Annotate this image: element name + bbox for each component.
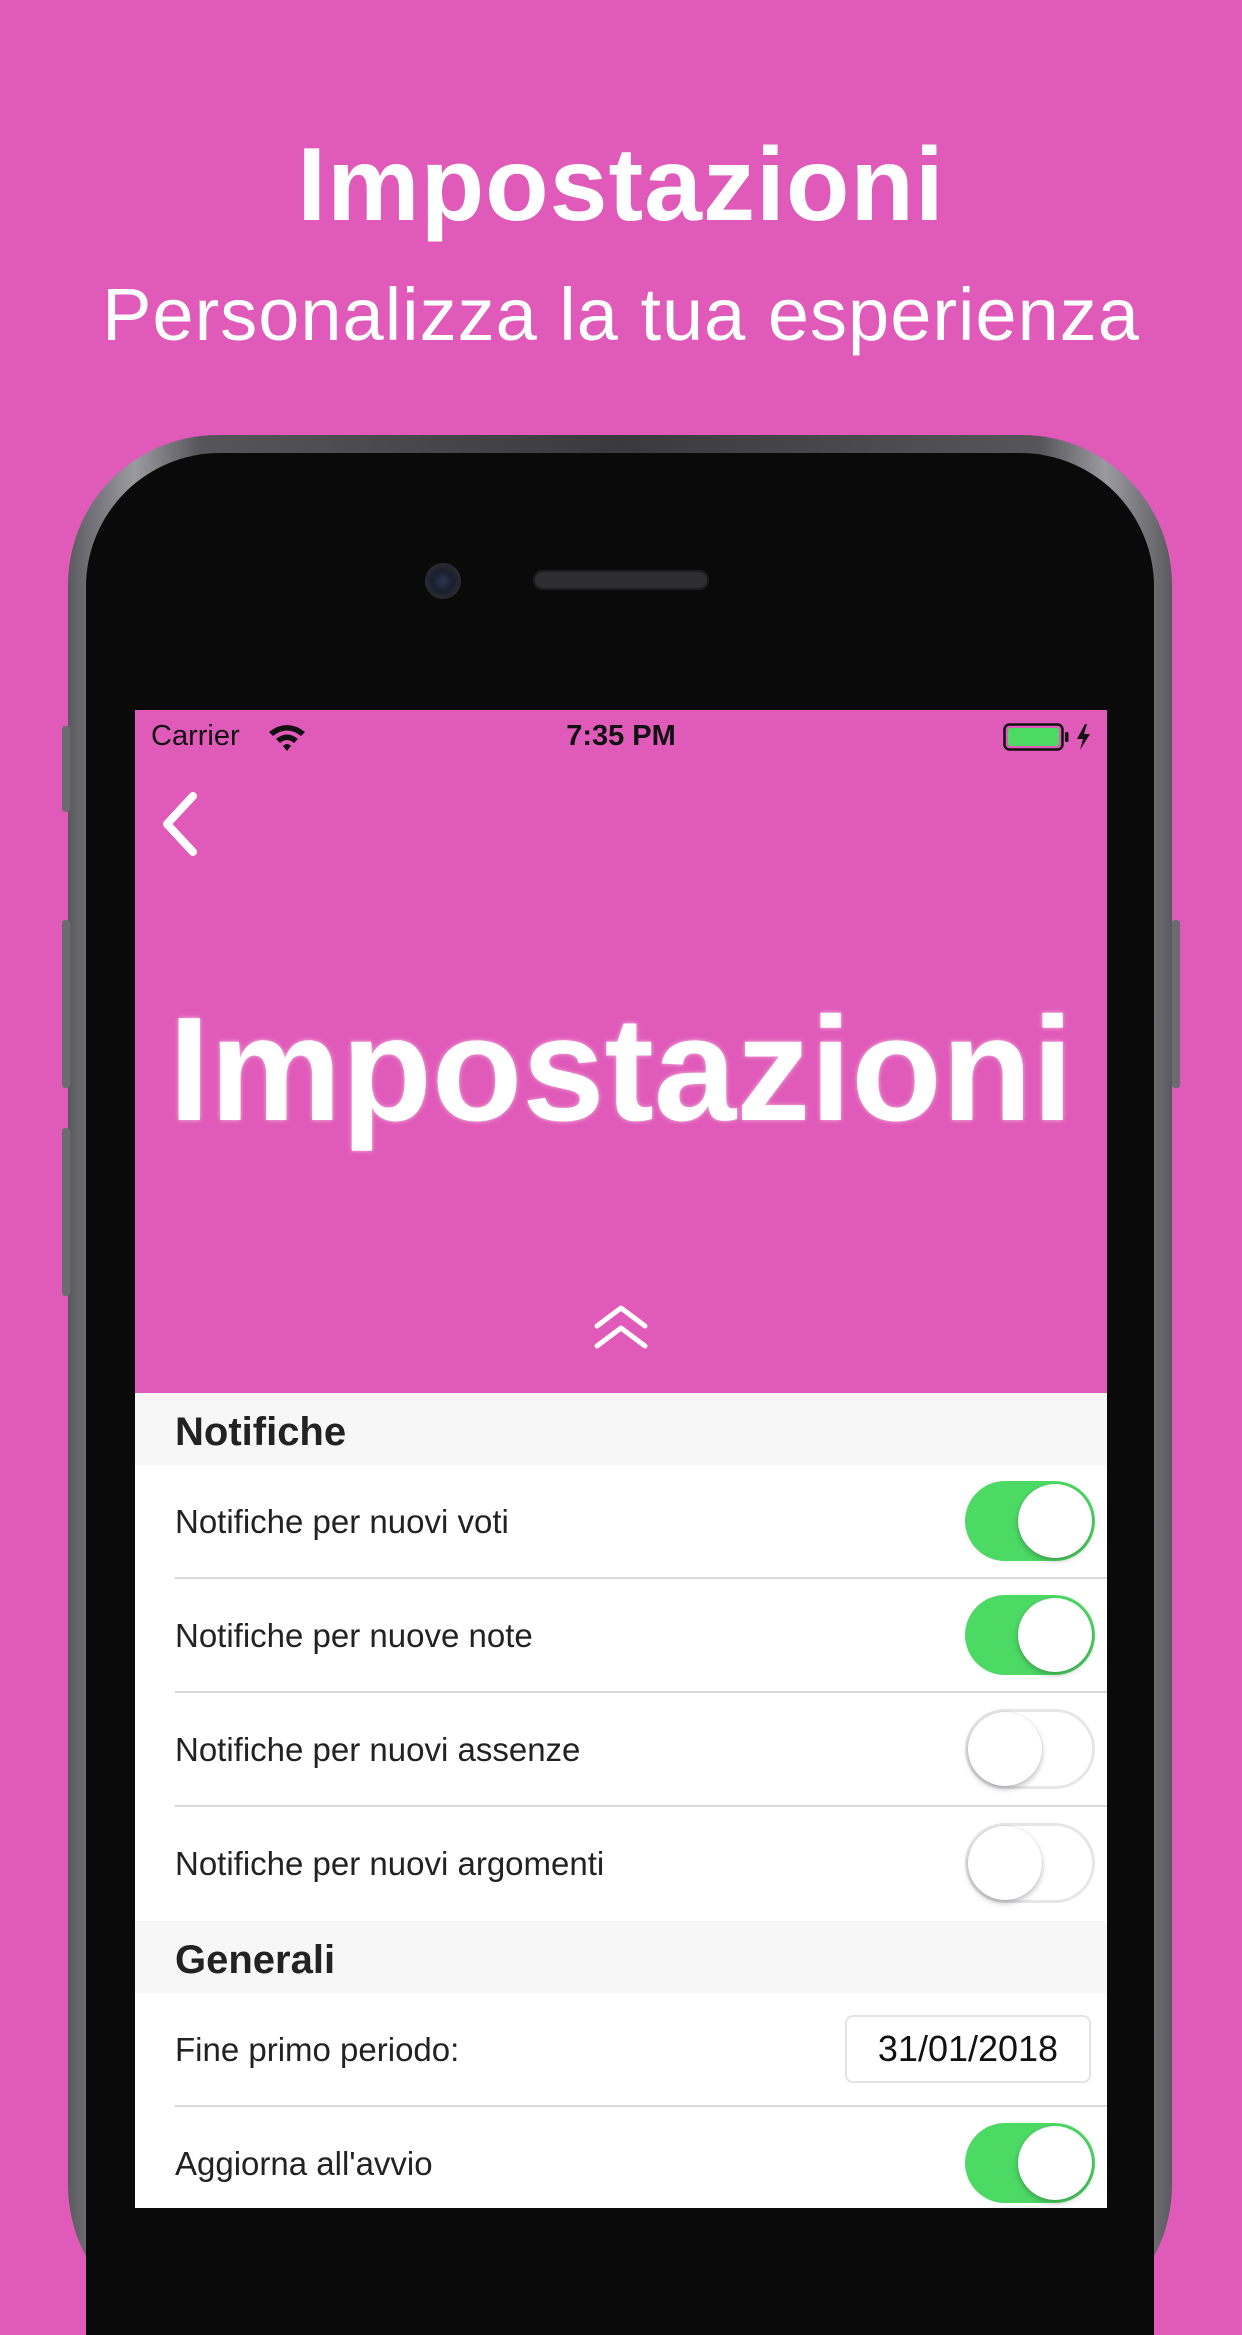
promo-subtitle: Personalizza la tua esperienza bbox=[102, 273, 1140, 356]
status-bar: Carrier 7:35 PM bbox=[135, 710, 1107, 762]
toggle-switch-note[interactable] bbox=[965, 1595, 1095, 1675]
end-period-date-field[interactable]: 31/01/2018 bbox=[845, 2015, 1091, 2083]
toggle-switch-aggiorna[interactable] bbox=[965, 2123, 1095, 2203]
setting-label: Notifiche per nuove note bbox=[175, 1617, 533, 1654]
earpiece-speaker bbox=[533, 570, 709, 590]
toggle-knob bbox=[1018, 1484, 1092, 1558]
setting-label: Fine primo periodo: bbox=[175, 2031, 460, 2068]
toggle-knob bbox=[968, 1826, 1042, 1900]
toggle-knob bbox=[1018, 1598, 1092, 1672]
mute-switch bbox=[62, 726, 70, 812]
toggle-switch-argomenti[interactable] bbox=[965, 1823, 1095, 1903]
setting-row-aggiorna: Aggiorna all'avvio bbox=[135, 2107, 1107, 2208]
volume-down-button bbox=[62, 1128, 70, 1296]
toggle-knob bbox=[1018, 2126, 1092, 2200]
phone-screen: Carrier 7:35 PM Impostazioni Notifiche N… bbox=[135, 710, 1107, 2208]
setting-row-voti: Notifiche per nuovi voti bbox=[135, 1465, 1107, 1579]
setting-label: Notifiche per nuovi voti bbox=[175, 1503, 509, 1540]
setting-row-argomenti: Notifiche per nuovi argomenti bbox=[135, 1807, 1107, 1921]
status-time: 7:35 PM bbox=[566, 720, 676, 752]
back-chevron-icon[interactable] bbox=[153, 786, 213, 862]
setting-row-fine-periodo: Fine primo periodo: 31/01/2018 bbox=[135, 1993, 1107, 2107]
header-title: Impostazioni bbox=[168, 987, 1074, 1152]
power-button bbox=[1172, 920, 1180, 1088]
settings-list: Notifiche Notifiche per nuovi voti Notif… bbox=[135, 1393, 1107, 2208]
setting-label: Aggiorna all'avvio bbox=[175, 2145, 433, 2182]
promo-title: Impostazioni bbox=[297, 127, 945, 243]
front-camera bbox=[425, 563, 461, 599]
battery-charging-icon bbox=[1003, 723, 1090, 751]
setting-row-note: Notifiche per nuove note bbox=[135, 1579, 1107, 1693]
toggle-switch-assenze[interactable] bbox=[965, 1709, 1095, 1789]
setting-row-assenze: Notifiche per nuovi assenze bbox=[135, 1693, 1107, 1807]
toggle-switch-voti[interactable] bbox=[965, 1481, 1095, 1561]
double-chevron-up-icon[interactable] bbox=[591, 1304, 651, 1352]
section-header-notifiche: Notifiche bbox=[135, 1393, 1107, 1465]
setting-label: Notifiche per nuovi assenze bbox=[175, 1731, 581, 1768]
toggle-knob bbox=[968, 1712, 1042, 1786]
section-header-generali: Generali bbox=[135, 1921, 1107, 1993]
setting-label: Notifiche per nuovi argomenti bbox=[175, 1845, 605, 1882]
volume-up-button bbox=[62, 920, 70, 1088]
